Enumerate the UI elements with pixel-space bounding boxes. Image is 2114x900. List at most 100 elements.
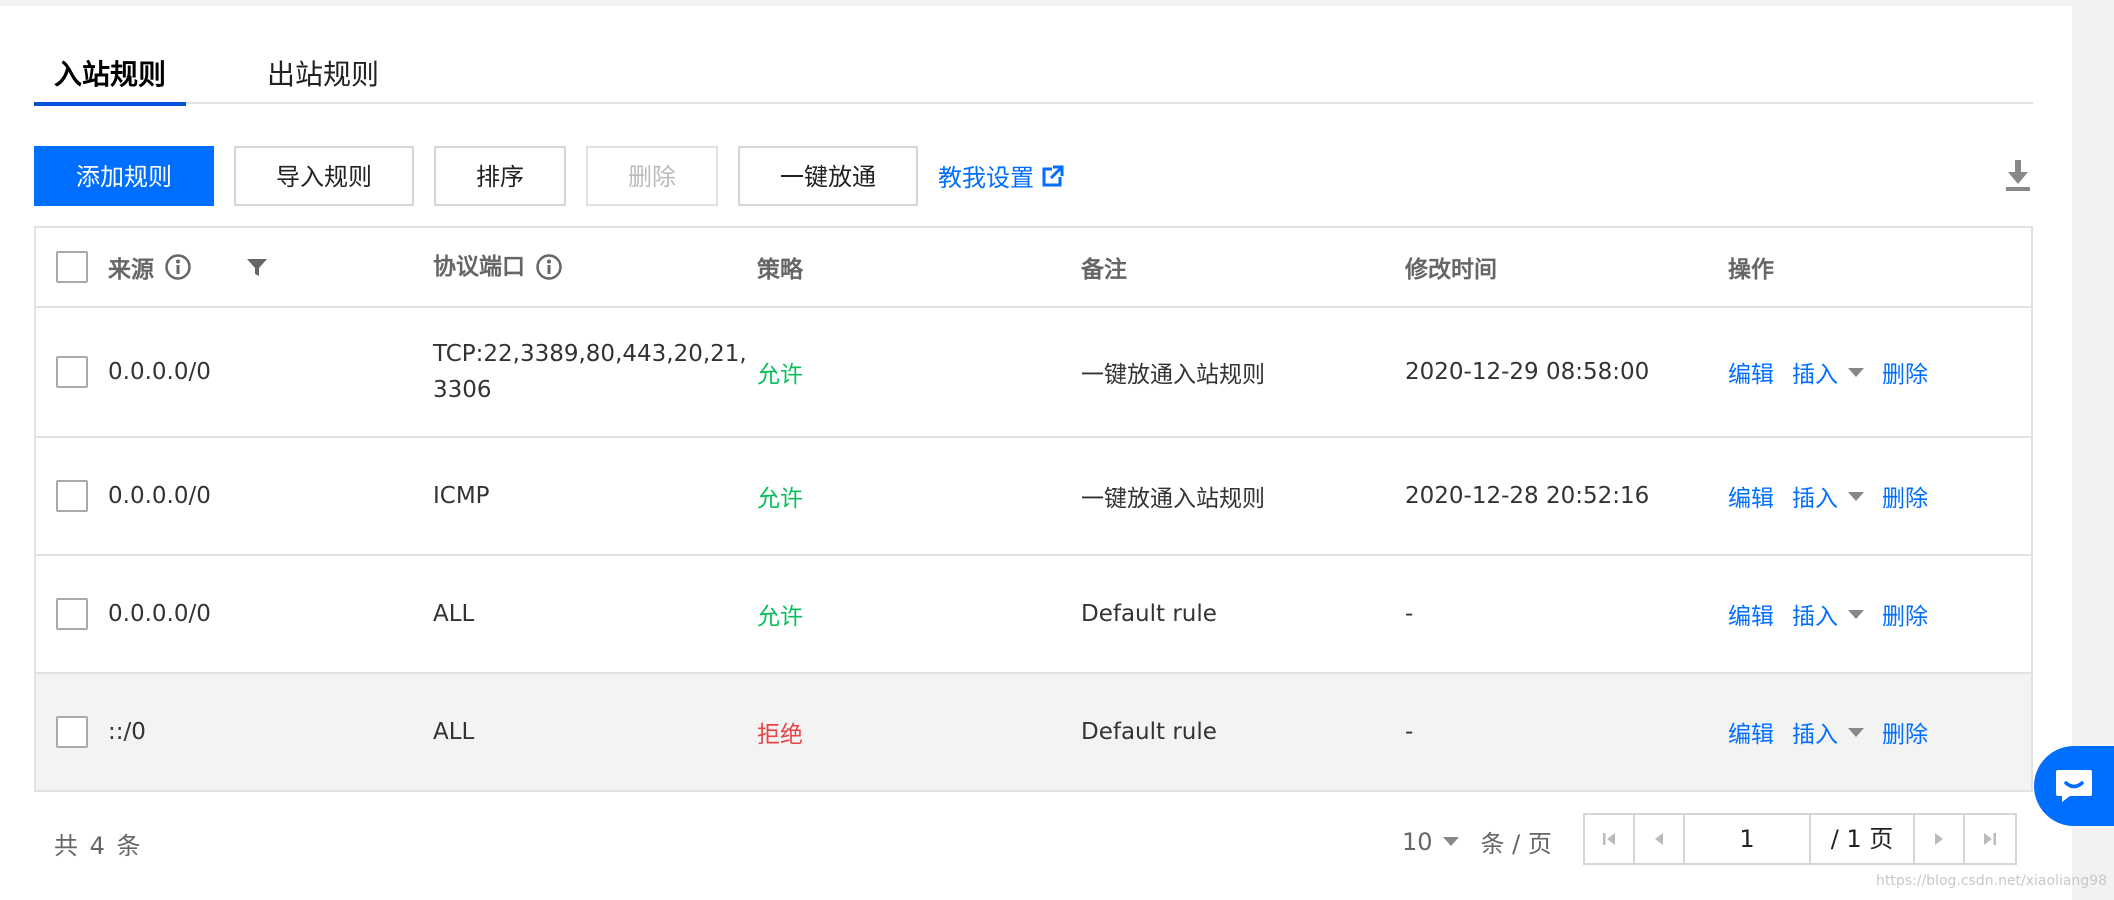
per-page-unit: 条 / 页	[1480, 830, 1552, 858]
row-actions: 编辑 插入 删除	[1728, 438, 1928, 554]
prev-page-button[interactable]	[1635, 815, 1685, 863]
header-modified-time: 修改时间	[1405, 257, 1497, 283]
insert-dropdown[interactable]: 插入	[1792, 479, 1864, 513]
one-click-open-button[interactable]: 一键放通	[738, 146, 918, 206]
sort-button[interactable]: 排序	[434, 146, 566, 206]
header-protocol-port: 协议端口	[433, 228, 563, 306]
header-protocol-port-label: 协议端口	[433, 254, 525, 280]
import-rule-button[interactable]: 导入规则	[234, 146, 414, 206]
row-modified-time: -	[1405, 719, 1414, 745]
download-icon[interactable]	[2004, 160, 2032, 192]
row-actions: 编辑 插入 删除	[1728, 308, 1928, 436]
row-source: 0.0.0.0/0	[108, 601, 211, 627]
row-policy: 允许	[757, 362, 803, 388]
tab-inbound-rules[interactable]: 入站规则	[34, 52, 187, 106]
next-page-button[interactable]	[1915, 815, 1965, 863]
row-remark: Default rule	[1081, 601, 1217, 627]
delete-link[interactable]: 删除	[1882, 597, 1928, 631]
page-size-value: 10	[1402, 827, 1433, 856]
header-filter	[246, 228, 268, 306]
total-count: 共 4 条	[54, 832, 143, 860]
insert-label: 插入	[1792, 486, 1838, 512]
select-all-checkbox[interactable]	[56, 251, 88, 283]
row-protocol-port: TCP:22,3389,80,443,20,21, 3306	[433, 308, 747, 436]
watermark: https://blog.csdn.net/xiaoliang98	[1876, 873, 2108, 889]
rules-table: 来源 协议端口 策略 备注 修改时间 操作 0.0.0.0/0 TCP:22,3…	[34, 226, 2033, 792]
chat-support-button[interactable]	[2034, 746, 2114, 826]
delete-link[interactable]: 删除	[1882, 479, 1928, 513]
delete-link[interactable]: 删除	[1882, 715, 1928, 749]
row-source: ::/0	[108, 719, 146, 745]
next-page-icon	[1935, 833, 1943, 845]
caret-down-icon	[1442, 837, 1459, 846]
edit-link[interactable]: 编辑	[1728, 715, 1774, 749]
rule-tabs: 入站规则 出站规则	[34, 52, 2033, 106]
row-select-cell	[56, 308, 88, 436]
delete-button: 删除	[586, 146, 718, 206]
row-policy: 允许	[757, 486, 803, 512]
row-remark: Default rule	[1081, 719, 1217, 745]
insert-label: 插入	[1792, 604, 1838, 630]
row-modified-time: 2020-12-29 08:58:00	[1405, 359, 1650, 385]
tab-outbound-rules[interactable]: 出站规则	[247, 52, 399, 104]
header-policy: 策略	[757, 257, 803, 283]
row-policy: 拒绝	[757, 722, 803, 748]
row-actions: 编辑 插入 删除	[1728, 556, 1928, 672]
chat-icon	[2056, 770, 2092, 802]
insert-label: 插入	[1792, 362, 1838, 388]
add-rule-button[interactable]: 添加规则	[34, 146, 214, 206]
caret-down-icon	[1848, 491, 1864, 501]
edit-link[interactable]: 编辑	[1728, 479, 1774, 513]
port-line: TCP:22,3389,80,443,20,21,	[433, 341, 747, 367]
row-protocol-port: ICMP	[433, 483, 490, 509]
insert-dropdown[interactable]: 插入	[1792, 355, 1864, 389]
page-number-input[interactable]	[1685, 815, 1811, 863]
row-actions: 编辑 插入 删除	[1728, 674, 1928, 790]
row-select-cell	[56, 438, 88, 554]
header-source: 来源	[108, 228, 192, 306]
row-checkbox[interactable]	[56, 356, 88, 388]
table-row: 0.0.0.0/0 TCP:22,3389,80,443,20,21, 3306…	[36, 308, 2031, 438]
insert-dropdown[interactable]: 插入	[1792, 597, 1864, 631]
row-source: 0.0.0.0/0	[108, 483, 211, 509]
row-checkbox[interactable]	[56, 480, 88, 512]
row-checkbox[interactable]	[56, 716, 88, 748]
last-page-icon	[1984, 833, 1996, 845]
edit-link[interactable]: 编辑	[1728, 355, 1774, 389]
caret-down-icon	[1848, 609, 1864, 619]
filter-icon[interactable]	[246, 256, 268, 278]
table-header: 来源 协议端口 策略 备注 修改时间 操作	[36, 228, 2031, 308]
first-page-icon	[1603, 833, 1615, 845]
external-link-icon	[1042, 164, 1064, 186]
table-row: ::/0 ALL 拒绝 Default rule - 编辑 插入 删除	[36, 674, 2031, 790]
row-modified-time: -	[1405, 601, 1414, 627]
row-checkbox[interactable]	[56, 598, 88, 630]
help-setup-label: 教我设置	[938, 164, 1034, 192]
delete-link[interactable]: 删除	[1882, 355, 1928, 389]
row-modified-time: 2020-12-28 20:52:16	[1405, 483, 1650, 509]
row-select-cell	[56, 556, 88, 672]
row-select-cell	[56, 674, 88, 790]
help-setup-link[interactable]: 教我设置	[938, 158, 1064, 193]
header-source-label: 来源	[108, 257, 154, 283]
row-remark: 一键放通入站规则	[1081, 362, 1265, 388]
caret-down-icon	[1848, 727, 1864, 737]
table-row: 0.0.0.0/0 ICMP 允许 一键放通入站规则 2020-12-28 20…	[36, 438, 2031, 556]
select-all-cell	[56, 228, 88, 306]
last-page-button[interactable]	[1965, 815, 2015, 863]
row-policy: 允许	[757, 604, 803, 630]
port-line: 3306	[433, 377, 492, 403]
row-remark: 一键放通入站规则	[1081, 486, 1265, 512]
header-actions: 操作	[1728, 257, 1774, 283]
edit-link[interactable]: 编辑	[1728, 597, 1774, 631]
insert-dropdown[interactable]: 插入	[1792, 715, 1864, 749]
header-remark: 备注	[1081, 257, 1127, 283]
page-size-selector[interactable]: 10 条 / 页	[1402, 824, 1552, 859]
caret-down-icon	[1848, 367, 1864, 377]
info-icon[interactable]	[535, 253, 563, 281]
pagination: / 1 页	[1583, 813, 2017, 865]
total-pages: / 1 页	[1811, 815, 1915, 863]
info-icon[interactable]	[164, 253, 192, 281]
first-page-button[interactable]	[1585, 815, 1635, 863]
row-protocol-port: ALL	[433, 601, 475, 627]
